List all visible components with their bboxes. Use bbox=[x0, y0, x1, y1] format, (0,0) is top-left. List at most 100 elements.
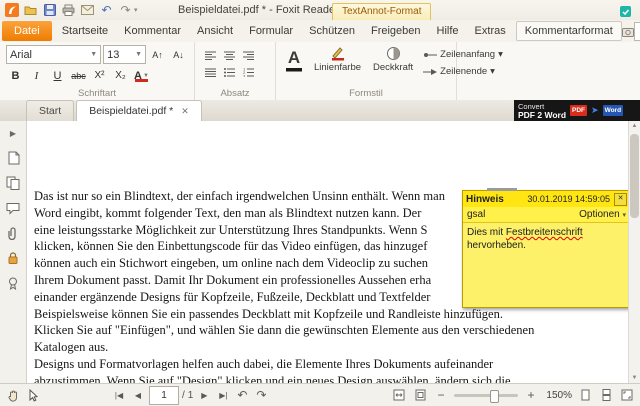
zoom-out-icon[interactable]: − bbox=[433, 387, 449, 403]
tab-extras[interactable]: Extras bbox=[467, 21, 514, 41]
tab-freigeben[interactable]: Freigeben bbox=[363, 21, 429, 41]
comments-panel-icon[interactable] bbox=[5, 200, 21, 216]
bullet-list-icon[interactable] bbox=[220, 64, 239, 81]
single-page-view-icon[interactable] bbox=[577, 387, 593, 403]
text-line: Designs und Formatvorlagen helfen auch d… bbox=[34, 356, 626, 373]
text-style-button[interactable]: A bbox=[282, 45, 306, 87]
bookmarks-panel-icon[interactable] bbox=[5, 150, 21, 166]
note-options-button[interactable]: Optionen ▾ bbox=[579, 209, 626, 220]
tab-kommentar[interactable]: Kommentar bbox=[116, 21, 189, 41]
fullscreen-view-icon[interactable] bbox=[619, 387, 635, 403]
signature-panel-icon[interactable] bbox=[5, 275, 21, 291]
tab-hilfe[interactable]: Hilfe bbox=[429, 21, 467, 41]
pages-panel-icon[interactable] bbox=[5, 175, 21, 191]
opacity-button[interactable]: Deckkraft bbox=[369, 45, 417, 87]
italic-button[interactable]: I bbox=[27, 67, 46, 84]
close-tab-icon[interactable]: ✕ bbox=[181, 106, 189, 117]
note-close-icon[interactable]: ✕ bbox=[614, 193, 627, 206]
align-center-icon[interactable] bbox=[220, 47, 239, 64]
snapshot-icon[interactable] bbox=[622, 23, 634, 39]
titlebar: ↶ ↷ ▾ Beispieldatei.pdf * - Foxit Reader… bbox=[0, 0, 640, 21]
next-page-icon[interactable]: ▶ bbox=[196, 387, 212, 403]
number-list-icon[interactable]: 123 bbox=[239, 64, 258, 81]
tab-datei[interactable]: Datei bbox=[2, 21, 52, 41]
align-justify-icon[interactable] bbox=[201, 64, 220, 81]
email-icon[interactable] bbox=[79, 2, 96, 18]
note-header[interactable]: Hinweis 30.01.2019 14:59:05 ✕ bbox=[463, 191, 630, 207]
page-navigation: |◀ ◀ / 1 ▶ ▶| ↶ ↷ bbox=[111, 386, 269, 405]
bold-button[interactable]: B bbox=[6, 67, 25, 84]
hand-tool-icon[interactable] bbox=[5, 387, 21, 403]
first-page-icon[interactable]: |◀ bbox=[111, 387, 127, 403]
ribbon-tab-bar: Datei Startseite Kommentar Ansicht Formu… bbox=[0, 20, 640, 42]
zoom-slider[interactable] bbox=[454, 394, 518, 397]
superscript-button[interactable]: X² bbox=[90, 67, 109, 84]
continuous-view-icon[interactable] bbox=[598, 387, 614, 403]
undo-icon[interactable]: ↶ bbox=[98, 2, 115, 18]
dropdown-arrow-icon: ▾ bbox=[498, 49, 503, 60]
qat-dropdown-icon[interactable]: ▾ bbox=[134, 6, 138, 14]
page-separator: / bbox=[182, 390, 185, 401]
scroll-up-icon[interactable]: ▲ bbox=[629, 121, 640, 132]
note-subheader: gsal Optionen ▾ bbox=[463, 207, 630, 223]
line-start-button[interactable]: Zeilenanfang▾ bbox=[421, 48, 505, 61]
redo-icon[interactable]: ↷ bbox=[117, 2, 134, 18]
line-end-icon bbox=[423, 68, 437, 76]
tab-kommentarformat[interactable]: Kommentarformat bbox=[516, 21, 622, 41]
fit-page-icon[interactable] bbox=[412, 387, 428, 403]
tab-ansicht[interactable]: Ansicht bbox=[189, 21, 241, 41]
align-left-icon[interactable] bbox=[201, 47, 220, 64]
shrink-font-button[interactable]: A↓ bbox=[169, 46, 188, 63]
last-page-icon[interactable]: ▶| bbox=[215, 387, 231, 403]
underline-button[interactable]: U bbox=[48, 67, 67, 84]
font-family-combo[interactable]: Arial▼ bbox=[6, 45, 101, 64]
previous-page-icon[interactable]: ◀ bbox=[130, 387, 146, 403]
font-color-button[interactable]: A▼ bbox=[132, 67, 151, 84]
next-view-icon[interactable]: ↷ bbox=[253, 387, 269, 403]
navigation-sidebar: ▶ bbox=[0, 121, 27, 384]
page-canvas[interactable]: Das ist nur so ein Blindtext, der einfac… bbox=[27, 121, 640, 384]
convert-pdf-ad-banner[interactable]: Convert PDF 2 Word PDF ➤ Word bbox=[514, 100, 640, 121]
tab-formular[interactable]: Formular bbox=[241, 21, 301, 41]
open-file-icon[interactable] bbox=[22, 2, 39, 18]
group-label-formstil: Formstil bbox=[276, 88, 456, 99]
attachments-panel-icon[interactable] bbox=[5, 225, 21, 241]
zoom-in-icon[interactable]: + bbox=[523, 387, 539, 403]
page-number-input[interactable] bbox=[149, 386, 179, 405]
search-box[interactable] bbox=[634, 22, 640, 41]
print-icon[interactable] bbox=[60, 2, 77, 18]
security-panel-icon[interactable] bbox=[5, 250, 21, 266]
tab-schuetzen[interactable]: Schützen bbox=[301, 21, 363, 41]
grow-font-button[interactable]: A↑ bbox=[148, 46, 167, 63]
tab-document[interactable]: Beispieldatei.pdf * ✕ bbox=[76, 100, 202, 121]
save-icon[interactable] bbox=[41, 2, 58, 18]
scrollbar-thumb[interactable] bbox=[630, 134, 639, 218]
protect-mode-icon[interactable] bbox=[617, 3, 634, 19]
pdf-file-icon: PDF bbox=[570, 105, 587, 116]
previous-view-icon[interactable]: ↶ bbox=[234, 387, 250, 403]
foxit-logo-icon[interactable] bbox=[3, 2, 20, 18]
expand-panel-icon[interactable]: ▶ bbox=[5, 125, 21, 141]
note-drag-handle[interactable] bbox=[487, 188, 517, 191]
zoom-slider-thumb[interactable] bbox=[490, 390, 499, 403]
zoom-percentage[interactable]: 150% bbox=[544, 390, 572, 401]
font-size-combo[interactable]: 13▼ bbox=[103, 45, 146, 64]
sticky-note-popup[interactable]: Hinweis 30.01.2019 14:59:05 ✕ gsal Optio… bbox=[462, 190, 631, 308]
opacity-icon bbox=[386, 46, 401, 61]
convert-arrow-icon: ➤ bbox=[591, 105, 599, 116]
tab-startseite[interactable]: Startseite bbox=[54, 21, 116, 41]
text-line: Beispielsweise können Sie ein passendes … bbox=[34, 306, 626, 323]
line-end-button[interactable]: Zeilenende▾ bbox=[421, 65, 505, 78]
document-tab-bar: Start Beispieldatei.pdf * ✕ Convert PDF … bbox=[0, 100, 640, 121]
zoom-controls: − + 150% bbox=[391, 387, 635, 403]
subscript-button[interactable]: X₂ bbox=[111, 67, 130, 84]
fit-width-icon[interactable] bbox=[391, 387, 407, 403]
line-color-button[interactable]: Linienfarbe bbox=[310, 45, 365, 87]
align-right-icon[interactable] bbox=[239, 47, 258, 64]
strikethrough-button[interactable]: abc bbox=[69, 67, 88, 84]
tab-start-page[interactable]: Start bbox=[26, 100, 74, 121]
vertical-scrollbar[interactable]: ▲ ▼ bbox=[628, 121, 640, 384]
select-tool-icon[interactable] bbox=[25, 387, 41, 403]
note-body[interactable]: Dies mit Festbreitenschrift hervorheben. bbox=[463, 223, 630, 307]
ribbon-group-formstil: A Linienfarbe Deckkraft Zeilenanfang▾ Ze… bbox=[276, 42, 457, 100]
